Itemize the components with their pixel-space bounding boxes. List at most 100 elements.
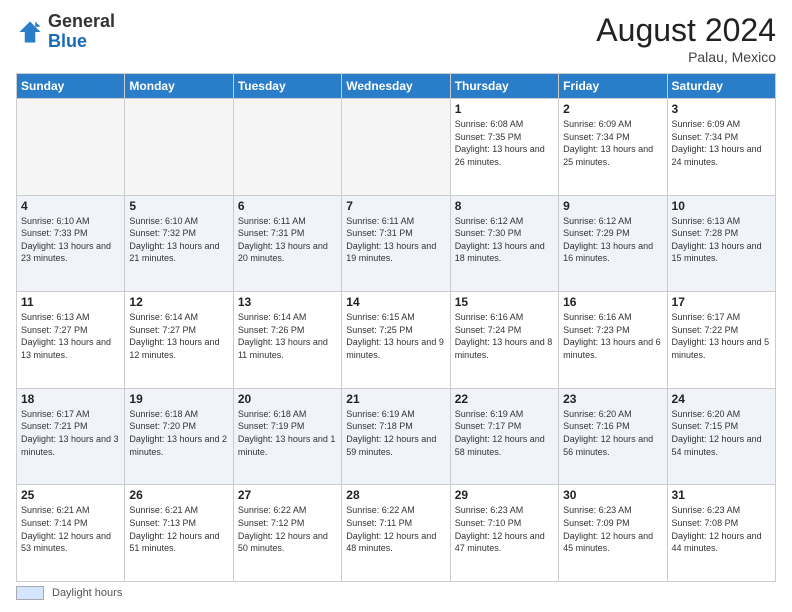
day-info: Sunrise: 6:17 AM Sunset: 7:21 PM Dayligh…	[21, 408, 120, 458]
page: General Blue August 2024 Palau, Mexico S…	[0, 0, 792, 612]
logo-blue-text: Blue	[48, 31, 87, 51]
day-info: Sunrise: 6:22 AM Sunset: 7:12 PM Dayligh…	[238, 504, 337, 554]
day-info: Sunrise: 6:17 AM Sunset: 7:22 PM Dayligh…	[672, 311, 771, 361]
calendar-week-row: 18 Sunrise: 6:17 AM Sunset: 7:21 PM Dayli…	[17, 388, 776, 485]
calendar-day-cell: 9Sunrise: 6:12 AM Sunset: 7:29 PM Daylig…	[559, 195, 667, 292]
weekday-header: Monday	[125, 74, 233, 99]
day-info: Sunrise: 6:12 AM Sunset: 7:30 PM Dayligh…	[455, 215, 554, 265]
day-info: Sunrise: 6:22 AM Sunset: 7:11 PM Dayligh…	[346, 504, 445, 554]
day-number: 6	[238, 199, 337, 213]
calendar-day-cell: 27 Sunrise: 6:22 AM Sunset: 7:12 PM Dayli…	[233, 485, 341, 582]
day-info: Sunrise: 6:23 AM Sunset: 7:10 PM Dayligh…	[455, 504, 554, 554]
calendar-day-cell: 4 Sunrise: 6:10 AM Sunset: 7:33 PM Daylig…	[17, 195, 125, 292]
calendar-day-cell: 12 Sunrise: 6:14 AM Sunset: 7:27 PM Dayli…	[125, 292, 233, 389]
day-number: 15	[455, 295, 554, 309]
calendar-day-cell: 24 Sunrise: 6:20 AM Sunset: 7:15 PM Dayli…	[667, 388, 775, 485]
day-info: Sunrise: 6:13 AM Sunset: 7:27 PM Dayligh…	[21, 311, 120, 361]
calendar-day-cell: 7 Sunrise: 6:11 AM Sunset: 7:31 PM Daylig…	[342, 195, 450, 292]
day-number: 20	[238, 392, 337, 406]
day-number: 23	[563, 392, 662, 406]
day-number: 11	[21, 295, 120, 309]
title-block: August 2024 Palau, Mexico	[596, 12, 776, 65]
day-info: Sunrise: 6:09 AM Sunset: 7:34 PM Dayligh…	[563, 118, 662, 168]
weekday-header: Wednesday	[342, 74, 450, 99]
calendar-week-row: 4 Sunrise: 6:10 AM Sunset: 7:33 PM Daylig…	[17, 195, 776, 292]
calendar-day-cell: 6Sunrise: 6:11 AM Sunset: 7:31 PM Daylig…	[233, 195, 341, 292]
logo-icon	[16, 18, 44, 46]
day-number: 24	[672, 392, 771, 406]
day-number: 17	[672, 295, 771, 309]
calendar-header-row: SundayMondayTuesdayWednesdayThursdayFrid…	[17, 74, 776, 99]
calendar-day-cell: 18 Sunrise: 6:17 AM Sunset: 7:21 PM Dayli…	[17, 388, 125, 485]
weekday-header: Saturday	[667, 74, 775, 99]
day-info: Sunrise: 6:18 AM Sunset: 7:19 PM Dayligh…	[238, 408, 337, 458]
day-number: 30	[563, 488, 662, 502]
day-number: 21	[346, 392, 445, 406]
calendar-day-cell: 16Sunrise: 6:16 AM Sunset: 7:23 PM Dayli…	[559, 292, 667, 389]
day-info: Sunrise: 6:14 AM Sunset: 7:26 PM Dayligh…	[238, 311, 337, 361]
day-info: Sunrise: 6:21 AM Sunset: 7:13 PM Dayligh…	[129, 504, 228, 554]
daylight-swatch	[16, 586, 44, 600]
day-number: 27	[238, 488, 337, 502]
calendar-day-cell: 21Sunrise: 6:19 AM Sunset: 7:18 PM Dayli…	[342, 388, 450, 485]
calendar-week-row: 25Sunrise: 6:21 AM Sunset: 7:14 PM Dayli…	[17, 485, 776, 582]
calendar-day-cell: 11 Sunrise: 6:13 AM Sunset: 7:27 PM Dayli…	[17, 292, 125, 389]
day-info: Sunrise: 6:15 AM Sunset: 7:25 PM Dayligh…	[346, 311, 445, 361]
day-number: 19	[129, 392, 228, 406]
day-info: Sunrise: 6:14 AM Sunset: 7:27 PM Dayligh…	[129, 311, 228, 361]
day-info: Sunrise: 6:23 AM Sunset: 7:08 PM Dayligh…	[672, 504, 771, 554]
day-info: Sunrise: 6:23 AM Sunset: 7:09 PM Dayligh…	[563, 504, 662, 554]
calendar-day-cell: 31 Sunrise: 6:23 AM Sunset: 7:08 PM Dayli…	[667, 485, 775, 582]
daylight-label: Daylight hours	[52, 587, 122, 599]
calendar-day-cell: 14Sunrise: 6:15 AM Sunset: 7:25 PM Dayli…	[342, 292, 450, 389]
calendar-week-row: 11 Sunrise: 6:13 AM Sunset: 7:27 PM Dayli…	[17, 292, 776, 389]
month-year: August 2024	[596, 12, 776, 49]
day-info: Sunrise: 6:16 AM Sunset: 7:23 PM Dayligh…	[563, 311, 662, 361]
day-number: 22	[455, 392, 554, 406]
calendar-day-cell: 13 Sunrise: 6:14 AM Sunset: 7:26 PM Dayli…	[233, 292, 341, 389]
day-info: Sunrise: 6:20 AM Sunset: 7:15 PM Dayligh…	[672, 408, 771, 458]
calendar-day-cell	[125, 99, 233, 196]
day-info: Sunrise: 6:21 AM Sunset: 7:14 PM Dayligh…	[21, 504, 120, 554]
calendar-day-cell: 10 Sunrise: 6:13 AM Sunset: 7:28 PM Dayli…	[667, 195, 775, 292]
calendar-day-cell: 25Sunrise: 6:21 AM Sunset: 7:14 PM Dayli…	[17, 485, 125, 582]
day-number: 7	[346, 199, 445, 213]
day-number: 12	[129, 295, 228, 309]
day-info: Sunrise: 6:11 AM Sunset: 7:31 PM Dayligh…	[346, 215, 445, 265]
day-info: Sunrise: 6:13 AM Sunset: 7:28 PM Dayligh…	[672, 215, 771, 265]
calendar-day-cell: 30 Sunrise: 6:23 AM Sunset: 7:09 PM Dayli…	[559, 485, 667, 582]
day-number: 13	[238, 295, 337, 309]
day-number: 18	[21, 392, 120, 406]
calendar-day-cell: 20 Sunrise: 6:18 AM Sunset: 7:19 PM Dayli…	[233, 388, 341, 485]
day-number: 10	[672, 199, 771, 213]
day-number: 2	[563, 102, 662, 116]
day-number: 29	[455, 488, 554, 502]
day-info: Sunrise: 6:08 AM Sunset: 7:35 PM Dayligh…	[455, 118, 554, 168]
day-number: 1	[455, 102, 554, 116]
calendar-day-cell: 2 Sunrise: 6:09 AM Sunset: 7:34 PM Daylig…	[559, 99, 667, 196]
calendar-day-cell: 8 Sunrise: 6:12 AM Sunset: 7:30 PM Daylig…	[450, 195, 558, 292]
day-info: Sunrise: 6:10 AM Sunset: 7:32 PM Dayligh…	[129, 215, 228, 265]
day-number: 4	[21, 199, 120, 213]
weekday-header: Thursday	[450, 74, 558, 99]
calendar-week-row: 1 Sunrise: 6:08 AM Sunset: 7:35 PM Daylig…	[17, 99, 776, 196]
calendar-day-cell	[233, 99, 341, 196]
day-info: Sunrise: 6:16 AM Sunset: 7:24 PM Dayligh…	[455, 311, 554, 361]
day-info: Sunrise: 6:10 AM Sunset: 7:33 PM Dayligh…	[21, 215, 120, 265]
calendar-table: SundayMondayTuesdayWednesdayThursdayFrid…	[16, 73, 776, 582]
day-number: 28	[346, 488, 445, 502]
day-info: Sunrise: 6:20 AM Sunset: 7:16 PM Dayligh…	[563, 408, 662, 458]
calendar-day-cell: 15 Sunrise: 6:16 AM Sunset: 7:24 PM Dayli…	[450, 292, 558, 389]
day-number: 8	[455, 199, 554, 213]
calendar-day-cell: 23 Sunrise: 6:20 AM Sunset: 7:16 PM Dayli…	[559, 388, 667, 485]
calendar-day-cell: 28 Sunrise: 6:22 AM Sunset: 7:11 PM Dayli…	[342, 485, 450, 582]
footer: Daylight hours	[16, 586, 776, 600]
logo-general: General	[48, 11, 115, 31]
calendar-day-cell: 19Sunrise: 6:18 AM Sunset: 7:20 PM Dayli…	[125, 388, 233, 485]
weekday-header: Sunday	[17, 74, 125, 99]
logo: General Blue	[16, 12, 115, 52]
calendar-day-cell: 5 Sunrise: 6:10 AM Sunset: 7:32 PM Daylig…	[125, 195, 233, 292]
day-number: 31	[672, 488, 771, 502]
calendar-day-cell: 17 Sunrise: 6:17 AM Sunset: 7:22 PM Dayli…	[667, 292, 775, 389]
day-number: 5	[129, 199, 228, 213]
